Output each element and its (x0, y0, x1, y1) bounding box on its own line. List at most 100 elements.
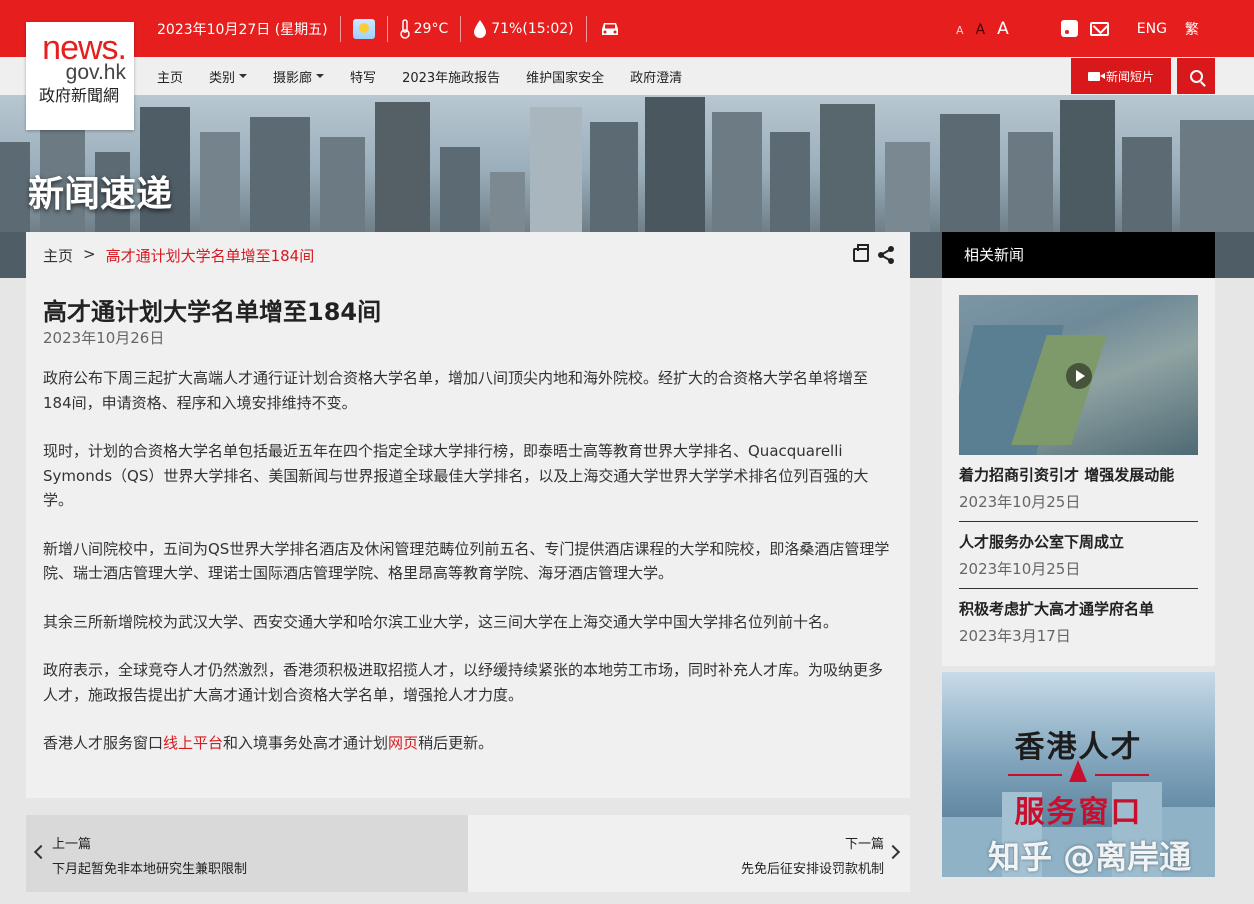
skyline-building (320, 137, 365, 232)
ad-line2: 服务窗口 (1014, 795, 1143, 830)
temperature-item: 29°C (399, 18, 449, 39)
breadcrumb-home[interactable]: 主页 (43, 245, 73, 266)
skyline-building (375, 102, 430, 232)
nav-policy-address[interactable]: 2023年施政报告 (402, 67, 500, 86)
font-small-button[interactable]: A (956, 24, 964, 37)
caret-down-icon (239, 74, 248, 78)
ad-rule (1095, 774, 1149, 776)
nav-features-label: 特写 (350, 70, 377, 86)
divider (585, 15, 587, 42)
related-news-date: 2023年3月17日 (959, 627, 1071, 645)
nav-national-security[interactable]: 维护国家安全 (526, 67, 604, 86)
skyline-building (1060, 100, 1115, 232)
skyline-building (820, 104, 875, 232)
font-size-switcher: A A A (956, 19, 1009, 39)
date-text: 2023年10月27日 (星期五) (157, 21, 328, 38)
search-button[interactable] (1177, 58, 1215, 94)
breadcrumb: 主页 > 高才通计划大学名单增至184间 (43, 245, 314, 266)
skyline-building (440, 147, 480, 232)
nav-policy-address-label: 2023年施政报告 (402, 70, 501, 86)
related-news-heading: 相关新闻 (942, 232, 1215, 278)
skyline-building (200, 132, 240, 232)
skyline-building (1008, 132, 1053, 232)
temperature-text: 29°C (413, 20, 449, 37)
short-video-button[interactable]: 新闻短片 (1071, 58, 1171, 94)
chevron-right-icon (885, 844, 901, 860)
section-banner: 新闻速递 (0, 95, 1254, 232)
main-nav-bar: 主页 类别 摄影廊 特写 2023年施政报告 维护国家安全 政府澄清 (0, 57, 1254, 95)
nav-features[interactable]: 特写 (350, 67, 376, 86)
nav-categories[interactable]: 类别 (209, 67, 248, 86)
divider (959, 521, 1198, 522)
article-paragraph: 新增八间院校中，五间为QS世界大学排名酒店及休闲管理范畴位列前五名、专门提供酒店… (43, 539, 890, 583)
traffic-car-icon[interactable] (599, 20, 621, 38)
main-nav: 主页 类别 摄影廊 特写 2023年施政报告 维护国家安全 政府澄清 (157, 57, 708, 95)
nav-clarifications-label: 政府澄清 (630, 70, 683, 86)
print-icon[interactable] (853, 244, 869, 262)
search-icon (1189, 69, 1203, 83)
nav-gallery[interactable]: 摄影廊 (273, 67, 325, 86)
article-text: 和入境事务处高才通计划 (223, 734, 389, 752)
skyline-building (490, 172, 525, 232)
article-paragraph: 香港人才服务窗口线上平台和入境事务处高才通计划网页稍后更新。 (43, 731, 893, 756)
share-icon[interactable] (878, 246, 894, 264)
nav-gallery-label: 摄影廊 (273, 70, 313, 86)
related-news-title[interactable]: 人才服务办公室下周成立 (959, 531, 1198, 552)
article-text: 稍后更新。 (418, 734, 494, 752)
font-medium-button[interactable]: A (976, 22, 986, 38)
skyline-building (940, 114, 1000, 232)
logo-line1: news. (42, 29, 127, 67)
related-news-video-thumbnail[interactable] (959, 295, 1198, 455)
play-icon[interactable] (1066, 363, 1092, 389)
related-news-panel: 着力招商引资引才 增强发展动能 2023年10月25日 人才服务办公室下周成立 … (942, 278, 1215, 666)
skyline-building (1180, 120, 1254, 232)
skyline-building (645, 97, 705, 232)
nav-home-label: 主页 (157, 70, 184, 86)
rss-icon[interactable] (1060, 20, 1078, 37)
nav-clarifications[interactable]: 政府澄清 (630, 67, 682, 86)
next-label: 下一篇 (844, 837, 884, 852)
humidity-drop-icon (474, 19, 487, 38)
breadcrumb-current: 高才通计划大学名单增至184间 (105, 247, 315, 265)
webpage-link[interactable]: 网页 (388, 734, 418, 752)
lang-eng-link[interactable]: ENG (1137, 21, 1167, 37)
prev-label: 上一篇 (52, 837, 92, 852)
humidity-text: 71%(15:02) (491, 20, 574, 37)
ad-rule (1008, 774, 1062, 776)
next-article-link[interactable]: 下一篇 先免后征安排设罚款机制 (468, 815, 910, 892)
related-news-item[interactable]: 着力招商引资引才 增强发展动能 2023年10月25日 (959, 464, 1198, 512)
humidity-item: 71%(15:02) (473, 19, 574, 39)
prev-article-link[interactable]: 上一篇 下月起暂免非本地研究生兼职限制 (26, 815, 468, 892)
article-paragraph: 现时，计划的合资格大学名单包括最近五年在四个指定全球大学排行榜，即泰晤士高等教育… (43, 442, 869, 509)
logo-line3: 政府新聞網 (38, 86, 119, 105)
online-platform-link[interactable]: 线上平台 (163, 734, 223, 752)
skyline-building (712, 112, 762, 232)
arrow-up-icon (1069, 760, 1087, 782)
logo-line2: gov.hk (65, 61, 126, 84)
article-paragraph: 政府表示，全球竞夺人才仍然激烈，香港须积极进取招揽人才，以纾缓持续紧张的本地劳工… (43, 661, 884, 704)
breadcrumb-separator: > (83, 245, 96, 263)
short-video-label: 新闻短片 (1105, 69, 1154, 84)
related-news-item[interactable]: 人才服务办公室下周成立 2023年10月25日 (959, 531, 1198, 579)
divider (339, 15, 341, 42)
skyline-building (250, 117, 310, 232)
caret-down-icon (316, 74, 325, 78)
related-news-date: 2023年10月25日 (959, 560, 1081, 578)
font-large-button[interactable]: A (997, 19, 1009, 39)
section-title: 新闻速递 (28, 174, 173, 215)
related-news-item[interactable]: 积极考虑扩大高才通学府名单 2023年3月17日 (959, 598, 1198, 646)
article-text: 香港人才服务窗口 (43, 734, 164, 752)
article-paragraph: 政府公布下周三起扩大高端人才通行证计划合资格大学名单，增加八间顶尖内地和海外院校… (43, 369, 869, 412)
article-panel: 主页 > 高才通计划大学名单增至184间 高才通计划大学名单增至184间 202… (26, 232, 910, 798)
related-news-title[interactable]: 积极考虑扩大高才通学府名单 (959, 598, 1198, 619)
related-news-title[interactable]: 着力招商引资引才 增强发展动能 (959, 464, 1198, 485)
article-body: 政府公布下周三起扩大高端人才通行证计划合资格大学名单，增加八间顶尖内地和海外院校… (43, 366, 893, 780)
site-logo[interactable]: news. gov.hk 政府新聞網 (26, 22, 134, 130)
skyline-building (530, 107, 582, 232)
watermark: 知乎 @离岸通 (988, 838, 1192, 876)
nav-home[interactable]: 主页 (157, 67, 183, 86)
lang-traditional-link[interactable]: 繁 (1185, 19, 1199, 39)
skyline-building (770, 132, 810, 232)
mail-icon[interactable] (1089, 21, 1109, 36)
thermometer-icon (399, 18, 410, 39)
